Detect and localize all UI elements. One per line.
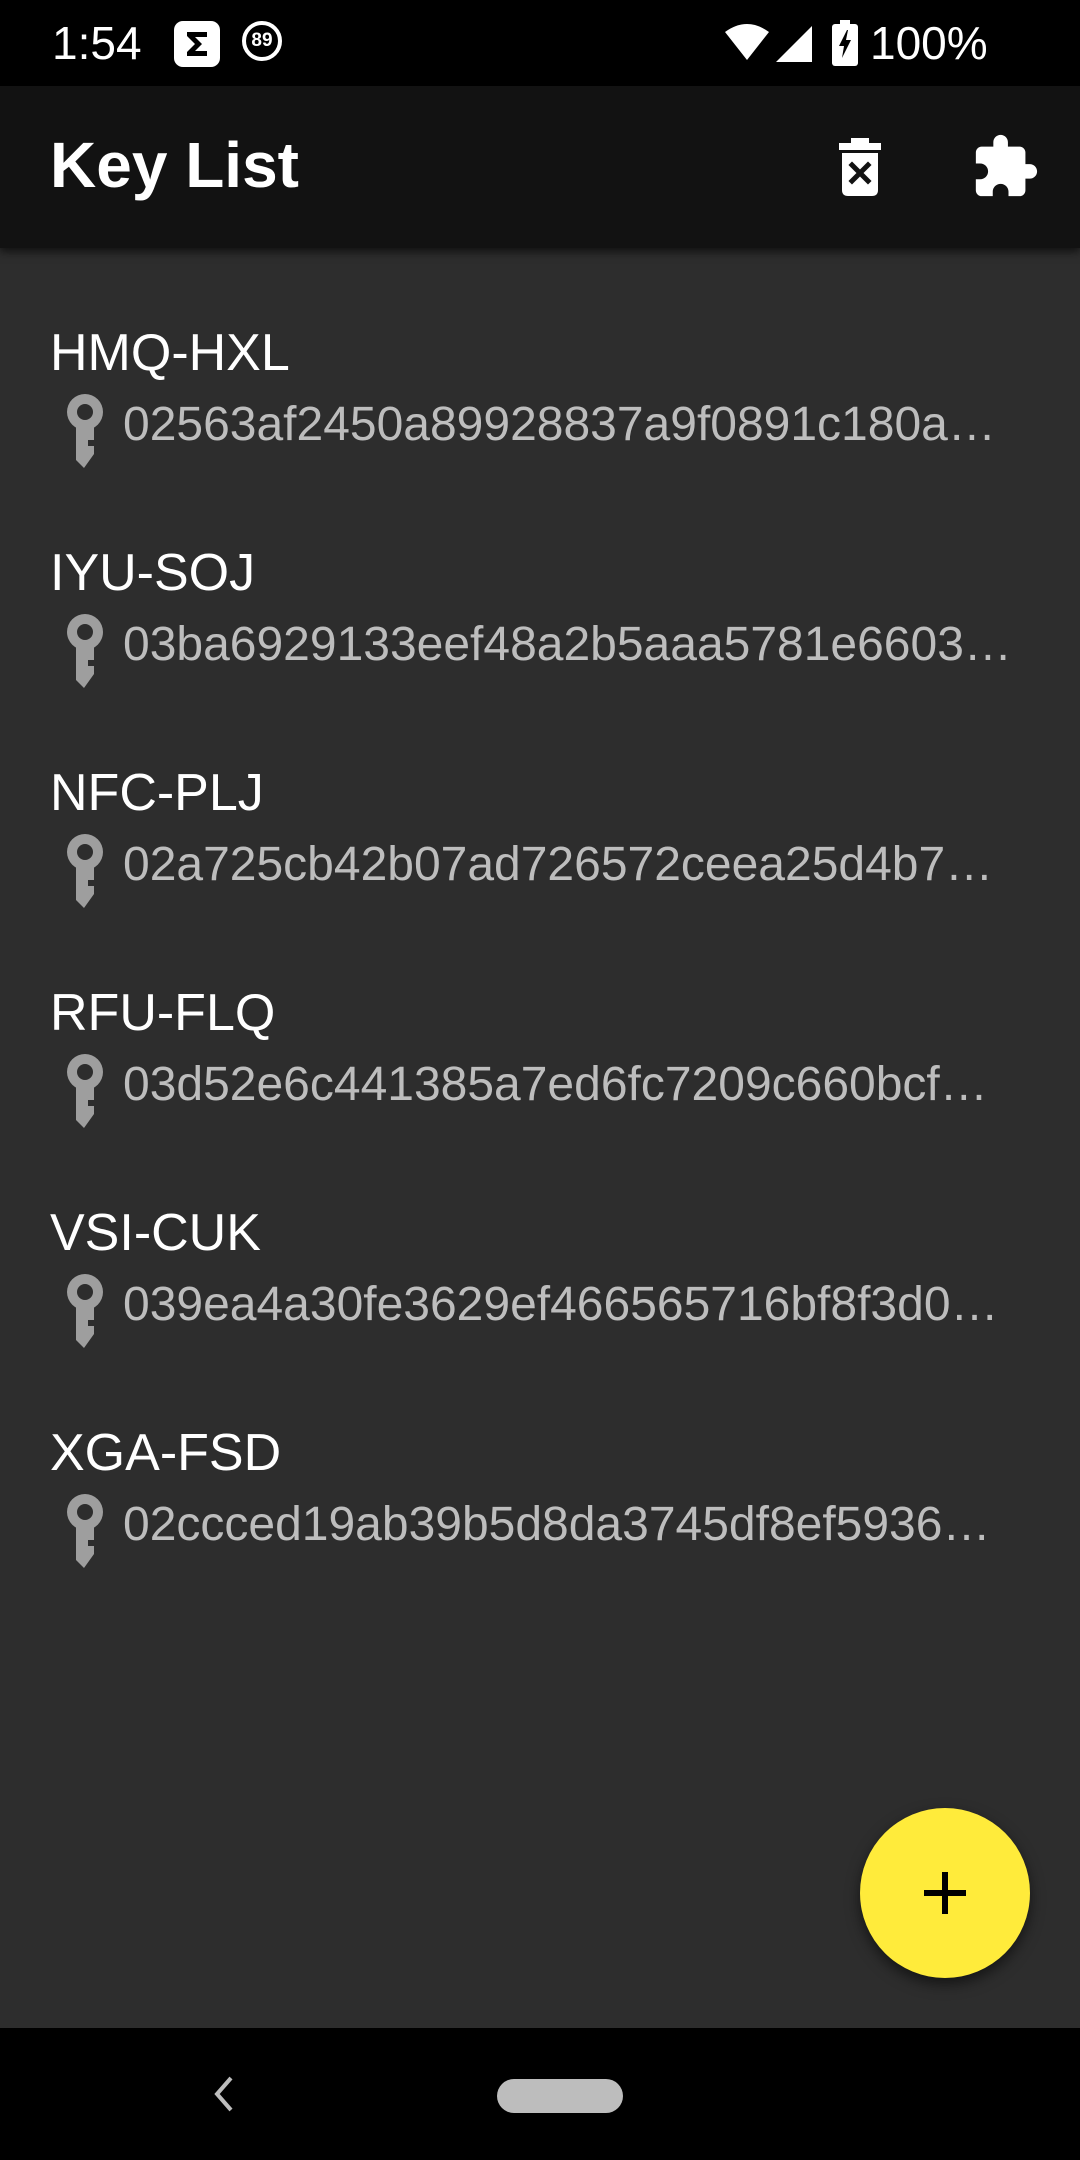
key-list: HMQ-HXL 02563af2450a89928837a9f0891c180a… (0, 248, 1080, 2028)
status-time: 1:54 (52, 17, 142, 69)
key-name: IYU-SOJ (50, 544, 256, 602)
key-hash: 02a725cb42b07ad726572ceea25d4b7… (123, 838, 994, 891)
back-chevron-icon[interactable] (205, 2072, 245, 2116)
key-icon (67, 614, 103, 688)
extension-button[interactable] (960, 122, 1050, 212)
key-icon (67, 1274, 103, 1348)
add-key-button[interactable] (860, 1808, 1030, 1978)
notification-badge-count: 89 (251, 30, 273, 51)
notification-badge-icon: 89 (242, 21, 282, 61)
extension-icon (975, 134, 1038, 197)
list-item[interactable]: IYU-SOJ 03ba6929133eef48a2b5aaa5781e6603… (0, 498, 1080, 718)
sigma-notification-icon (174, 21, 220, 67)
list-item[interactable]: XGA-FSD 02ccced19ab39b5d8da3745df8ef5936… (0, 1378, 1080, 1598)
plus-icon (924, 1872, 966, 1914)
key-name: XGA-FSD (50, 1424, 282, 1482)
key-icon (67, 1054, 103, 1128)
list-item[interactable]: NFC-PLJ 02a725cb42b07ad726572ceea25d4b7… (0, 718, 1080, 938)
status-bar: 1:54 89 100% (0, 0, 1080, 86)
app-bar: Key List (0, 86, 1080, 248)
list-item[interactable]: VSI-CUK 039ea4a30fe3629ef466565716bf8f3d… (0, 1158, 1080, 1378)
delete-forever-icon (839, 138, 881, 196)
delete-all-button[interactable] (815, 122, 905, 212)
key-hash: 03d52e6c441385a7ed6fc7209c660bcf… (123, 1058, 988, 1111)
key-hash: 03ba6929133eef48a2b5aaa5781e6603… (123, 618, 1012, 671)
key-icon (67, 394, 103, 468)
wifi-icon (724, 22, 770, 67)
key-name: HMQ-HXL (50, 324, 290, 382)
home-pill-icon[interactable] (497, 2079, 623, 2113)
cell-signal-icon (774, 24, 814, 67)
key-hash: 02563af2450a89928837a9f0891c180a… (123, 398, 996, 451)
key-name: RFU-FLQ (50, 984, 276, 1042)
key-icon (67, 834, 103, 908)
key-name: NFC-PLJ (50, 764, 264, 822)
key-hash: 02ccced19ab39b5d8da3745df8ef5936… (123, 1498, 991, 1551)
page-title: Key List (50, 129, 299, 201)
list-item[interactable]: RFU-FLQ 03d52e6c441385a7ed6fc7209c660bcf… (0, 938, 1080, 1158)
key-name: VSI-CUK (50, 1204, 261, 1262)
list-item[interactable]: HMQ-HXL 02563af2450a89928837a9f0891c180a… (0, 278, 1080, 498)
battery-charging-icon (832, 20, 858, 71)
battery-percentage: 100% (870, 17, 988, 69)
navigation-bar (0, 2028, 1080, 2160)
key-icon (67, 1494, 103, 1568)
key-hash: 039ea4a30fe3629ef466565716bf8f3d0… (123, 1278, 999, 1331)
